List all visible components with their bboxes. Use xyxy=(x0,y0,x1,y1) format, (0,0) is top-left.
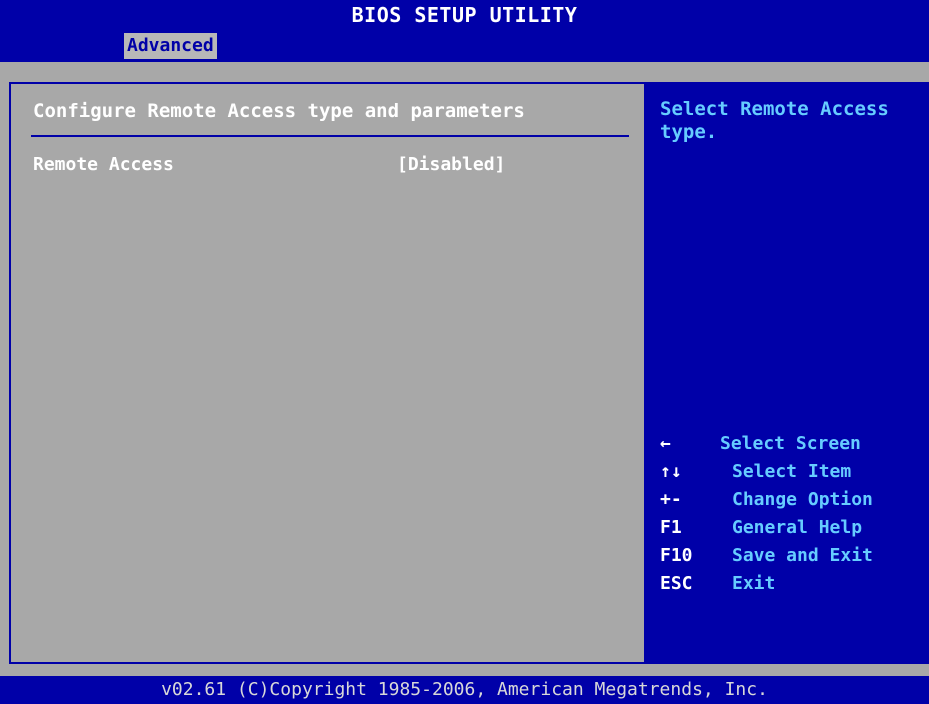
key-description: Save and Exit xyxy=(732,545,873,566)
bios-title-bar: BIOS SETUP UTILITY xyxy=(0,0,929,30)
setting-remote-access[interactable]: Remote Access [Disabled] xyxy=(31,152,611,178)
key-description: Change Option xyxy=(732,489,873,510)
setting-value[interactable]: [Disabled] xyxy=(397,152,505,178)
setting-label: Remote Access xyxy=(33,154,174,175)
key-description: Select Screen xyxy=(720,433,861,454)
bios-title: BIOS SETUP UTILITY xyxy=(351,3,578,27)
key-legend-row: ← Select Screen xyxy=(660,430,922,458)
tab-advanced[interactable]: Advanced xyxy=(124,33,217,59)
up-down-arrow-icon: ↑↓ xyxy=(660,461,682,482)
copyright-footer: v02.61 (C)Copyright 1985-2006, American … xyxy=(0,676,929,704)
separator-strip xyxy=(0,62,929,82)
key-legend-row: F10 Save and Exit xyxy=(660,542,922,570)
key-description: Select Item xyxy=(732,461,852,482)
key-legend-row: ↑↓ Select Item xyxy=(660,458,922,486)
key-legend-row: +- Change Option xyxy=(660,486,922,514)
left-arrow-icon: ← xyxy=(660,433,671,454)
key-description: General Help xyxy=(732,517,863,538)
settings-panel: Configure Remote Access type and paramet… xyxy=(9,82,646,664)
key-esc: ESC xyxy=(660,573,693,594)
key-legend-row: ESC Exit xyxy=(660,570,922,598)
help-panel: Select Remote Access type. ← Select Scre… xyxy=(644,82,929,664)
copyright-text: v02.61 (C)Copyright 1985-2006, American … xyxy=(161,679,768,700)
tab-bar: Advanced xyxy=(0,30,929,62)
page-title: Configure Remote Access type and paramet… xyxy=(33,100,525,122)
heading-divider xyxy=(31,135,629,137)
plus-minus-icon: +- xyxy=(660,489,682,510)
key-legend-row: F1 General Help xyxy=(660,514,922,542)
key-description: Exit xyxy=(732,573,776,594)
key-legend: ← Select Screen ↑↓ Select Item +- Change… xyxy=(660,430,922,598)
key-f1: F1 xyxy=(660,517,682,538)
key-f10: F10 xyxy=(660,545,693,566)
help-description: Select Remote Access type. xyxy=(660,98,889,143)
